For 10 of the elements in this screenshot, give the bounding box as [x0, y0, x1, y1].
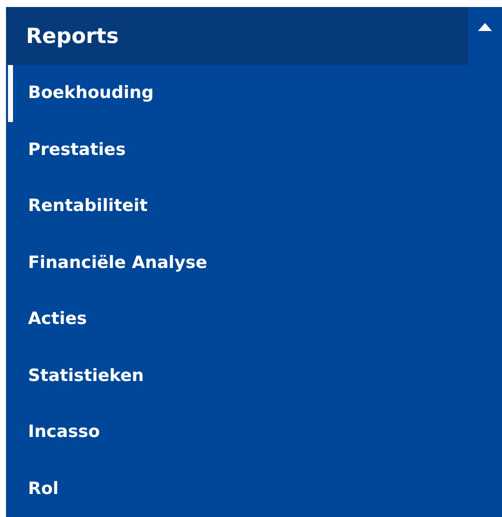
menu-item[interactable]: Incasso [8, 404, 502, 460]
menu-item[interactable]: Rentabiliteit [8, 178, 502, 234]
menu-item[interactable]: Financiële Analyse [8, 234, 502, 291]
menu-item[interactable]: Boekhouding [8, 65, 502, 122]
menu-item[interactable]: Prestaties [8, 122, 502, 178]
menu-item[interactable]: Acties [8, 291, 502, 348]
menu-item[interactable]: Statistieken [8, 348, 502, 404]
caret-icon [478, 23, 492, 31]
section-header[interactable]: Reports [6, 7, 468, 65]
menu-item[interactable]: Rol [8, 460, 502, 517]
